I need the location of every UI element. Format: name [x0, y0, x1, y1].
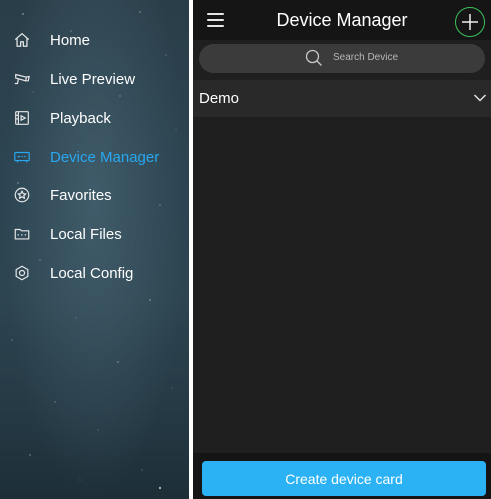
device-group-name: Demo	[199, 90, 240, 107]
star-icon	[12, 185, 32, 205]
search-icon	[305, 49, 322, 66]
sidebar-item-label: Playback	[50, 109, 111, 127]
sidebar-item-label: Device Manager	[50, 148, 160, 166]
sidebar-item-local-config[interactable]: Local Config	[0, 258, 189, 288]
top-bar: Device Manager	[193, 0, 491, 40]
sidebar-item-home[interactable]: Home	[0, 25, 189, 55]
search-placeholder: Search Device	[333, 52, 399, 63]
plus-icon	[462, 14, 478, 30]
sidebar-item-label: Local Config	[50, 264, 134, 282]
sidebar-item-local-files[interactable]: Local Files	[0, 219, 189, 249]
sidebar-item-label: Local Files	[50, 225, 122, 243]
sidebar-item-favorites[interactable]: Favorites	[0, 180, 189, 210]
navigation-drawer: Home Live Preview Playback Device Manage…	[0, 0, 189, 499]
home-icon	[12, 30, 32, 50]
device-group-row[interactable]: Demo	[193, 80, 491, 117]
bottom-bar: Create device card	[193, 453, 491, 499]
sidebar-item-label: Favorites	[50, 186, 112, 204]
device-manager-panel: Device Manager Search Device Demo Create…	[193, 0, 491, 499]
camera-icon	[12, 69, 32, 89]
sidebar-item-label: Live Preview	[50, 70, 136, 88]
sidebar-item-device-manager[interactable]: Device Manager	[0, 142, 189, 172]
sidebar-item-label: Home	[50, 31, 91, 49]
sidebar-item-live-preview[interactable]: Live Preview	[0, 64, 189, 94]
search-input[interactable]: Search Device	[199, 44, 485, 73]
settings-icon	[12, 263, 32, 283]
page-title: Device Manager	[276, 10, 408, 30]
hamburger-icon[interactable]	[205, 11, 227, 29]
chevron-down-icon[interactable]	[473, 91, 487, 105]
device-icon	[12, 147, 32, 167]
playback-icon	[12, 108, 32, 128]
folder-icon	[12, 224, 32, 244]
device-list	[193, 117, 491, 453]
create-device-card-button[interactable]: Create device card	[202, 461, 486, 496]
add-device-button[interactable]	[455, 7, 485, 37]
sidebar-item-playback[interactable]: Playback	[0, 103, 189, 133]
